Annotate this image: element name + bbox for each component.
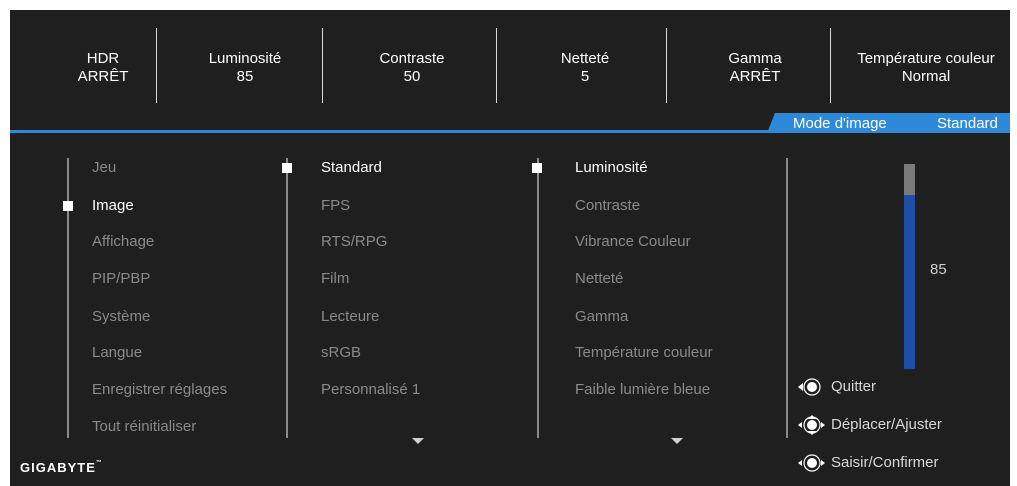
status-contraste-label: Contraste (379, 50, 445, 67)
mode-item-rts-rpg[interactable]: RTS/RPG (321, 233, 387, 251)
hint-enter-confirm-label: Saisir/Confirmer (831, 454, 939, 471)
status-gamma-label: Gamma (728, 50, 782, 67)
divider (322, 28, 323, 103)
mode-item-personnalise-1[interactable]: Personnalisé 1 (321, 381, 420, 399)
status-nettete-value: 5 (580, 68, 590, 85)
brightness-value: 85 (930, 261, 947, 278)
status-luminosite-value: 85 (236, 68, 254, 85)
setting-item-gamma[interactable]: Gamma (575, 308, 628, 326)
menu-item-langue[interactable]: Langue (92, 344, 142, 362)
mode-item-film[interactable]: Film (321, 270, 349, 288)
status-gamma: Gamma ARRÊT (675, 50, 835, 86)
picture-mode-tab-label: Mode d'image (793, 115, 887, 132)
status-nettete-label: Netteté (560, 50, 610, 67)
setting-item-luminosite[interactable]: Luminosité (575, 159, 648, 177)
divider (830, 28, 831, 103)
setting-item-vibrance[interactable]: Vibrance Couleur (575, 233, 691, 251)
scroll-down-icon[interactable] (412, 438, 424, 444)
mode-item-lecteure[interactable]: Lecteure (321, 308, 379, 326)
divider (666, 28, 667, 103)
mode-item-srgb[interactable]: sRGB (321, 344, 361, 362)
status-contraste: Contraste 50 (327, 50, 497, 86)
setting-item-temperature[interactable]: Température couleur (575, 344, 713, 362)
divider (156, 28, 157, 103)
main-menu-line (67, 158, 69, 438)
status-hdr: HDR ARRÊT (48, 50, 158, 86)
status-hdr-label: HDR (86, 50, 120, 67)
mode-item-standard[interactable]: Standard (321, 159, 382, 177)
scroll-down-icon[interactable] (671, 438, 683, 444)
setting-item-faible-lumiere-bleue[interactable]: Faible lumière bleue (575, 381, 710, 399)
joystick-updown-icon (798, 415, 825, 435)
slider-line (786, 158, 788, 438)
status-contraste-value: 50 (403, 68, 421, 85)
divider (496, 28, 497, 103)
status-hdr-value: ARRÊT (77, 68, 129, 85)
selected-marker (282, 163, 292, 173)
status-bar: HDR ARRÊT Luminosité 85 Contraste 50 Net… (10, 10, 1010, 125)
menu-item-reinitialiser[interactable]: Tout réinitialiser (92, 418, 196, 436)
picture-mode-tab: Mode d'image Standard (767, 113, 1010, 133)
status-temperature-value: Normal (901, 68, 951, 85)
menu-item-systeme[interactable]: Système (92, 308, 150, 326)
status-nettete: Netteté 5 (500, 50, 670, 86)
menu-item-image[interactable]: Image (92, 197, 134, 215)
menu-item-pip-pbp[interactable]: PIP/PBP (92, 270, 150, 288)
status-luminosite: Luminosité 85 (170, 50, 320, 86)
setting-item-contraste[interactable]: Contraste (575, 197, 640, 215)
selected-marker (63, 201, 73, 211)
settings-line (537, 158, 539, 438)
brand-logo: GIGABYTE™ (20, 460, 103, 475)
hint-quit-label: Quitter (831, 378, 877, 395)
menu-item-jeu[interactable]: Jeu (92, 159, 116, 177)
selected-marker (532, 163, 542, 173)
hint-move-adjust-label: Déplacer/Ajuster (831, 416, 942, 433)
picture-mode-tab-value: Standard (937, 115, 998, 132)
status-gamma-value: ARRÊT (729, 68, 781, 85)
menu-item-enregistrer[interactable]: Enregistrer réglages (92, 381, 227, 399)
status-temperature: Température couleur Normal (842, 50, 1010, 86)
brightness-slider-fill (904, 194, 915, 369)
brand-text: GIGABYTE (20, 460, 96, 475)
joystick-left-icon (798, 378, 821, 396)
joystick-press-icon (798, 454, 825, 472)
menu-item-affichage[interactable]: Affichage (92, 233, 154, 251)
status-luminosite-label: Luminosité (208, 50, 282, 67)
osd-menu: HDR ARRÊT Luminosité 85 Contraste 50 Net… (10, 10, 1010, 486)
brightness-slider[interactable] (904, 164, 915, 369)
status-temperature-label: Température couleur (857, 50, 995, 67)
mode-item-fps[interactable]: FPS (321, 197, 350, 215)
picture-modes-line (286, 158, 288, 438)
setting-item-nettete[interactable]: Netteté (575, 270, 623, 288)
